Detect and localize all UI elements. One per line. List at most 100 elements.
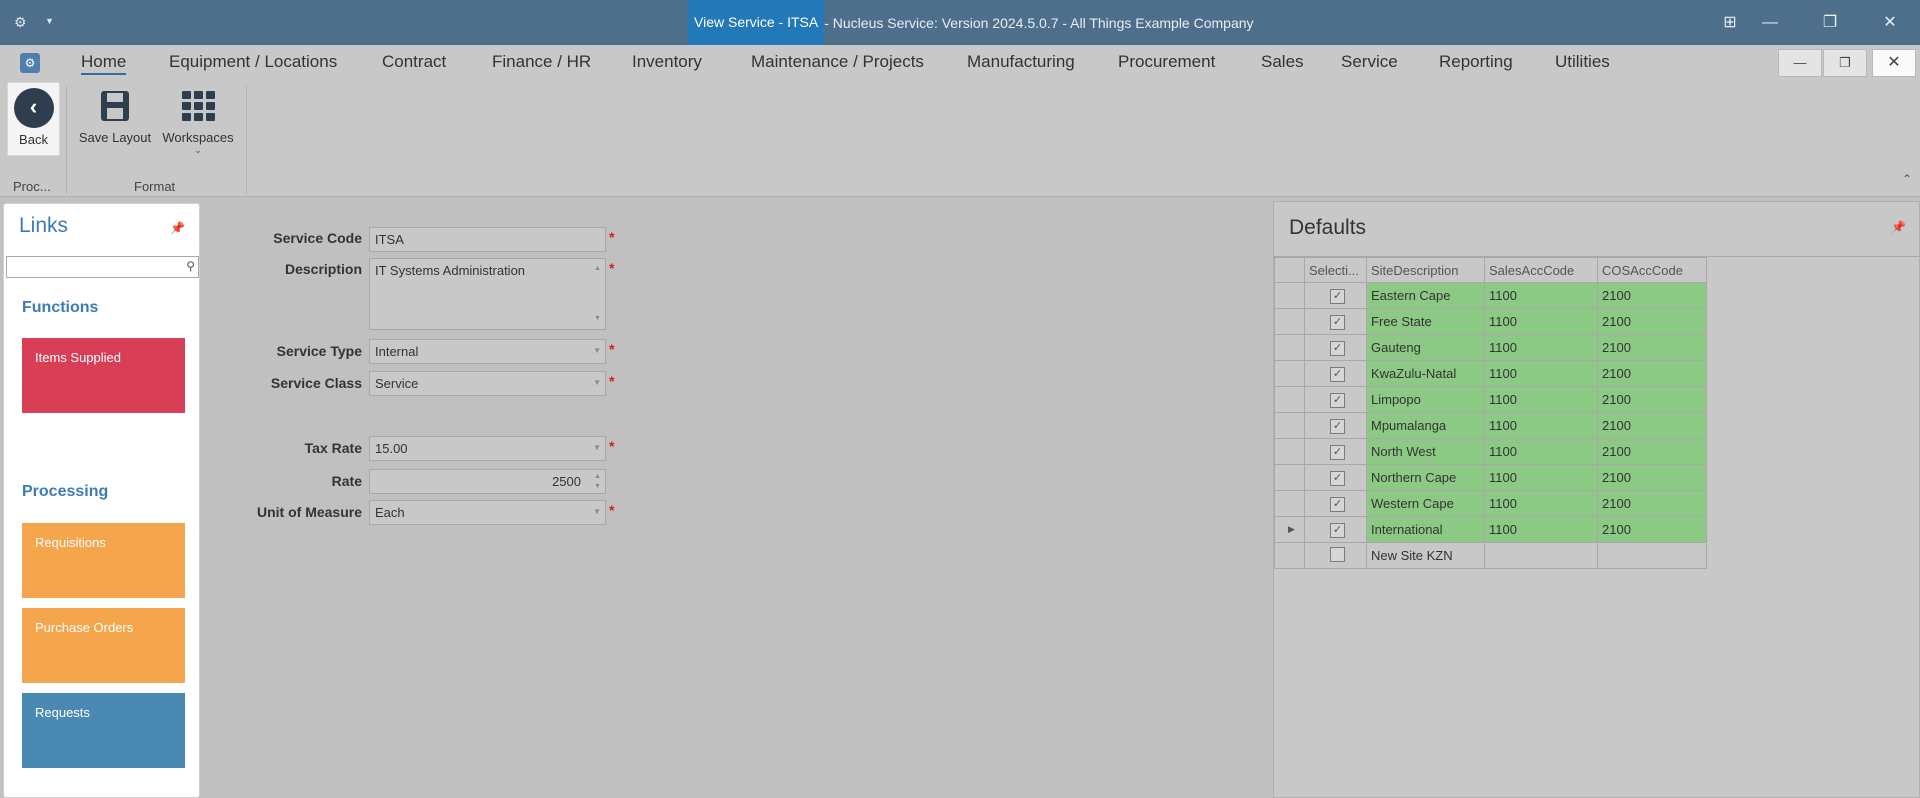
selection-cell[interactable]: ✓	[1304, 464, 1367, 491]
sales-acc-code-cell[interactable]: 1100	[1484, 386, 1598, 413]
checked-checkbox-icon[interactable]: ✓	[1330, 523, 1345, 538]
tab-home[interactable]: Home	[81, 52, 127, 75]
table-row[interactable]: ✓ Mpumalanga 1100 2100	[1274, 412, 1707, 439]
table-row[interactable]: ✓ Limpopo 1100 2100	[1274, 386, 1707, 413]
sales-acc-code-cell[interactable]: 1100	[1484, 438, 1598, 465]
table-row[interactable]: ✓ Western Cape 1100 2100	[1274, 490, 1707, 517]
save-layout-button[interactable]: Save Layout	[75, 82, 155, 156]
site-description-cell[interactable]: KwaZulu-Natal	[1366, 360, 1485, 387]
sales-acc-code-cell[interactable]: 1100	[1484, 490, 1598, 517]
restore-icon[interactable]: ❐	[1800, 0, 1860, 45]
cos-acc-code-cell[interactable]: 2100	[1597, 490, 1707, 517]
tab-sales[interactable]: Sales	[1261, 52, 1304, 72]
rate-spin-field[interactable]: 2500 ▲ ▼	[369, 469, 606, 494]
site-description-cell[interactable]: Eastern Cape	[1366, 282, 1485, 309]
checked-checkbox-icon[interactable]: ✓	[1330, 471, 1345, 486]
minimize-icon[interactable]: —	[1740, 0, 1800, 45]
spin-down-icon[interactable]: ▼	[594, 483, 601, 490]
pin-icon[interactable]: 📌	[1891, 220, 1906, 234]
checked-checkbox-icon[interactable]: ✓	[1330, 497, 1345, 512]
selection-cell[interactable]: ✓	[1304, 282, 1367, 309]
quick-access-dropdown-icon[interactable]: ▼	[45, 16, 54, 26]
checked-checkbox-icon[interactable]: ✓	[1330, 445, 1345, 460]
selection-cell[interactable]: ✓	[1304, 412, 1367, 439]
cos-acc-code-cell[interactable]: 2100	[1597, 282, 1707, 309]
purchase-orders-tile[interactable]: Purchase Orders	[22, 608, 185, 683]
gear-icon[interactable]: ⚙	[14, 14, 27, 31]
selection-cell[interactable]: ✓	[1304, 438, 1367, 465]
tab-procurement[interactable]: Procurement	[1118, 52, 1215, 72]
site-description-cell[interactable]: Free State	[1366, 308, 1485, 335]
cos-acc-code-cell[interactable]: 2100	[1597, 334, 1707, 361]
sales-acc-code-cell[interactable]: 1100	[1484, 360, 1598, 387]
table-row[interactable]: ✓ North West 1100 2100	[1274, 438, 1707, 465]
site-description-cell[interactable]: International	[1366, 516, 1485, 543]
unit-of-measure-select[interactable]: Each ▼	[369, 500, 606, 525]
requisitions-tile[interactable]: Requisitions	[22, 523, 185, 598]
site-description-cell[interactable]: New Site KZN	[1366, 542, 1485, 569]
tab-contract[interactable]: Contract	[382, 52, 446, 72]
selection-cell[interactable]	[1304, 542, 1367, 569]
service-class-select[interactable]: Service ▼	[369, 371, 606, 396]
site-description-cell[interactable]: Limpopo	[1366, 386, 1485, 413]
tab-inventory[interactable]: Inventory	[632, 52, 702, 72]
sales-acc-code-cell[interactable]: 1100	[1484, 334, 1598, 361]
pin-icon[interactable]: 📌	[170, 221, 185, 235]
requests-tile[interactable]: Requests	[22, 693, 185, 768]
selection-cell[interactable]: ✓	[1304, 334, 1367, 361]
cos-acc-code-cell[interactable]: 2100	[1597, 386, 1707, 413]
site-description-cell[interactable]: Northern Cape	[1366, 464, 1485, 491]
checked-checkbox-icon[interactable]: ✓	[1330, 315, 1345, 330]
workspaces-button[interactable]: Workspaces ⌄	[160, 82, 236, 156]
cos-acc-code-cell[interactable]	[1597, 542, 1707, 569]
tab-maintenance-projects[interactable]: Maintenance / Projects	[751, 52, 924, 72]
tab-equipment-locations[interactable]: Equipment / Locations	[169, 52, 337, 72]
scroll-down-icon[interactable]: ▼	[594, 315, 601, 322]
items-supplied-tile[interactable]: Items Supplied	[22, 338, 185, 413]
checked-checkbox-icon[interactable]: ✓	[1330, 341, 1345, 356]
tax-rate-select[interactable]: 15.00 ▼	[369, 436, 606, 461]
tab-finance-hr[interactable]: Finance / HR	[492, 52, 591, 72]
column-header-site-description[interactable]: SiteDescription	[1366, 257, 1485, 283]
active-document-title[interactable]: View Service - ITSA	[688, 0, 825, 45]
tab-reporting[interactable]: Reporting	[1439, 52, 1513, 72]
tab-utilities[interactable]: Utilities	[1555, 52, 1610, 72]
column-header-selection[interactable]: Selecti...	[1304, 257, 1367, 283]
unchecked-checkbox-icon[interactable]	[1330, 546, 1345, 562]
site-description-cell[interactable]: Gauteng	[1366, 334, 1485, 361]
child-restore-button[interactable]: ❐	[1823, 49, 1867, 77]
sales-acc-code-cell[interactable]: 1100	[1484, 308, 1598, 335]
child-close-button[interactable]: ✕	[1872, 49, 1916, 77]
selection-cell[interactable]: ✓	[1304, 308, 1367, 335]
tab-service[interactable]: Service	[1341, 52, 1398, 72]
sales-acc-code-cell[interactable]: 1100	[1484, 412, 1598, 439]
checked-checkbox-icon[interactable]: ✓	[1330, 393, 1345, 408]
collapse-ribbon-icon[interactable]: ⌃	[1902, 172, 1912, 186]
spin-up-icon[interactable]: ▲	[594, 473, 601, 480]
service-code-field[interactable]: ITSA	[369, 227, 606, 252]
checked-checkbox-icon[interactable]: ✓	[1330, 419, 1345, 434]
cos-acc-code-cell[interactable]: 2100	[1597, 438, 1707, 465]
scroll-up-icon[interactable]: ▲	[594, 265, 601, 272]
selection-cell[interactable]: ✓	[1304, 516, 1367, 543]
description-field[interactable]: IT Systems Administration ▲ ▼	[369, 258, 606, 330]
sales-acc-code-cell[interactable]	[1484, 542, 1598, 569]
table-row[interactable]: New Site KZN	[1274, 542, 1707, 569]
selection-cell[interactable]: ✓	[1304, 386, 1367, 413]
column-header-sales-acc-code[interactable]: SalesAccCode	[1484, 257, 1598, 283]
site-description-cell[interactable]: Western Cape	[1366, 490, 1485, 517]
tab-manufacturing[interactable]: Manufacturing	[967, 52, 1075, 72]
site-description-cell[interactable]: North West	[1366, 438, 1485, 465]
selection-cell[interactable]: ✓	[1304, 360, 1367, 387]
table-row[interactable]: ✓ Gauteng 1100 2100	[1274, 334, 1707, 361]
cos-acc-code-cell[interactable]: 2100	[1597, 360, 1707, 387]
table-row[interactable]: ✓ Eastern Cape 1100 2100	[1274, 282, 1707, 309]
sales-acc-code-cell[interactable]: 1100	[1484, 516, 1598, 543]
application-menu-icon[interactable]: ⚙	[20, 53, 40, 73]
checked-checkbox-icon[interactable]: ✓	[1330, 367, 1345, 382]
service-type-select[interactable]: Internal ▼	[369, 339, 606, 364]
column-header-cos-acc-code[interactable]: COSAccCode	[1597, 257, 1707, 283]
links-search-input[interactable]: ⚲	[6, 256, 199, 278]
sales-acc-code-cell[interactable]: 1100	[1484, 464, 1598, 491]
child-minimize-button[interactable]: —	[1778, 49, 1822, 77]
